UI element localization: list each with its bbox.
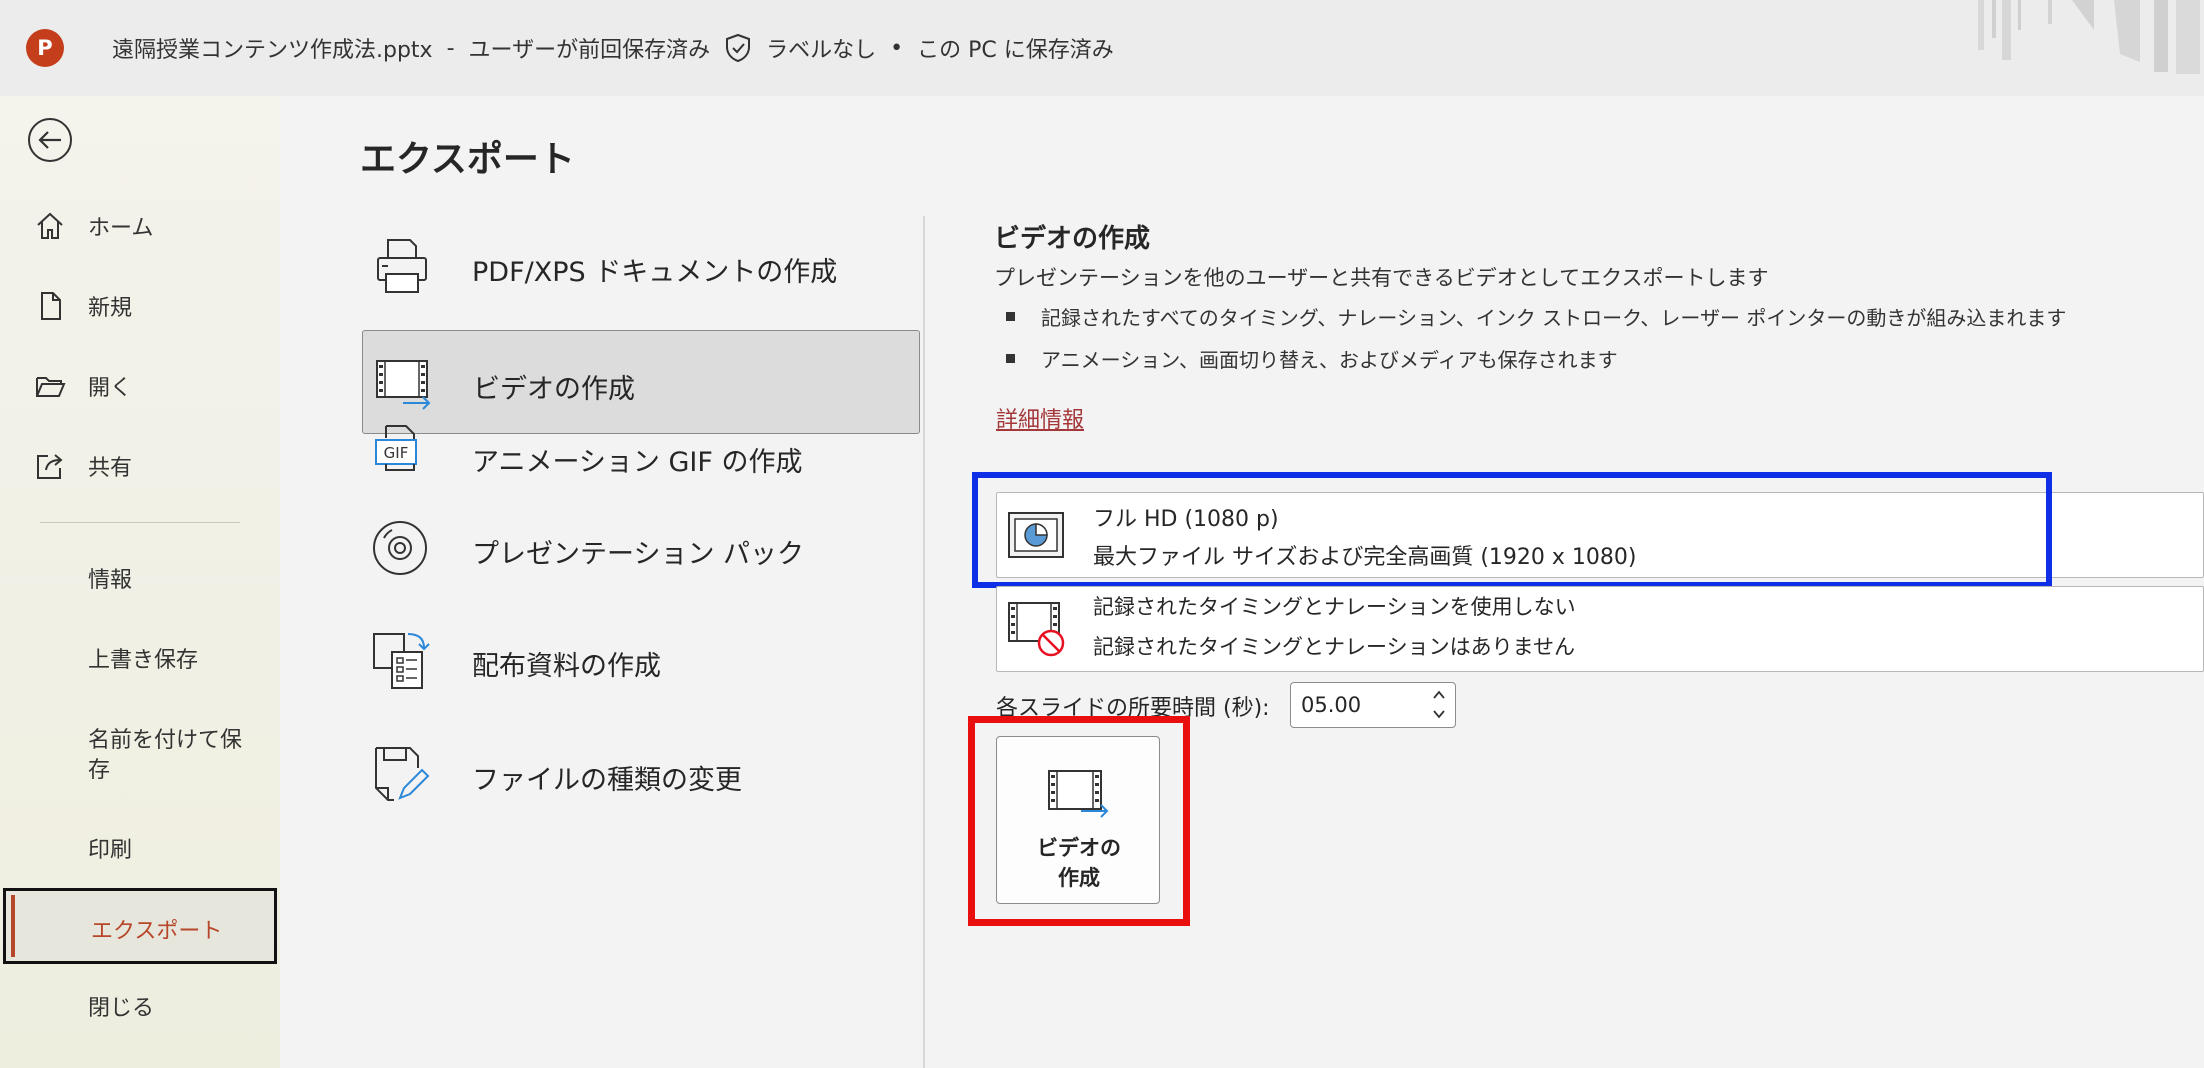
chevron-down-icon[interactable] [1431,705,1447,723]
title-bar: P 遠隔授業コンテンツ作成法.pptx - ユーザーが前回保存済み ラベルなし … [0,0,2204,96]
titlebar-decoration-icon [1978,0,2200,74]
nav-close[interactable]: 閉じる [0,990,280,1030]
nav-info[interactable]: 情報 [0,562,280,602]
nav-open[interactable]: 開く [0,358,280,414]
powerpoint-logo-icon: P [26,29,67,67]
save-status: ユーザーが前回保存済み [468,38,711,63]
create-video-button[interactable]: ビデオの 作成 [996,736,1160,904]
change-file-type-icon [375,747,430,801]
chevron-up-icon[interactable] [1431,686,1447,704]
option-create-gif[interactable]: GIF アニメーション GIF の作成 [362,376,920,480]
svg-text:GIF: GIF [384,444,409,462]
video-export-icon [1048,770,1109,818]
bullet-square-icon [1006,354,1015,363]
home-icon [37,212,63,239]
video-panel: ビデオの作成 プレゼンテーションを他のユーザーと共有できるビデオとしてエクスポー… [0,0,2204,1068]
nav-export[interactable]: エクスポート [3,888,277,964]
back-button[interactable] [28,118,72,162]
save-location: この PC に保存済み [917,38,1114,63]
video-quality-icon [1008,512,1064,558]
gif-icon: GIF [375,425,417,471]
title-bullet: • [890,35,904,61]
slide-duration-stepper[interactable] [1290,682,1456,728]
video-quality-dropdown[interactable]: フル HD (1080 p) 最大ファイル サイズおよび完全高画質 (1920 … [996,492,2204,578]
nav-home[interactable]: ホーム [0,198,280,254]
no-timing-icon [1008,602,1065,657]
folder-open-icon [36,377,66,397]
sensitivity-label: ラベルなし [766,38,877,63]
video-panel-description: プレゼンテーションを他のユーザーと共有できるビデオとしてエクスポートします [994,266,1769,290]
document-title[interactable]: 遠隔授業コンテンツ作成法.pptx - ユーザーが前回保存済み ラベルなし • … [112,30,1114,66]
nav-save[interactable]: 上書き保存 [0,642,280,682]
new-document-icon [41,292,61,320]
learn-more-link[interactable]: 詳細情報 [996,402,1084,434]
title-separator: - [446,35,455,61]
narration-timing-dropdown[interactable]: 記録されたタイミングとナレーションを使用しない 記録されたタイミングとナレーショ… [996,586,2204,672]
file-name: 遠隔授業コンテンツ作成法.pptx [112,38,433,63]
printer-pdf-icon [377,239,427,293]
slide-duration-input[interactable] [1301,691,1421,719]
option-change-file-type[interactable]: ファイルの種類の変更 [362,722,920,826]
sensitivity-shield-icon [724,33,752,63]
handouts-icon [373,633,430,689]
pane-separator [923,216,925,1068]
nav-new[interactable]: 新規 [0,278,280,334]
video-feature-bullet: 記録されたすべてのタイミング、ナレーション、インク ストローク、レーザー ポイン… [1006,302,2066,331]
backstage-nav: ホーム 新規 開く 共有 情報 上書き保存 名前を付けて保 存 印刷 エクスポー… [0,96,280,1068]
nav-divider [40,522,240,523]
arrow-left-icon [38,131,61,149]
share-icon [37,454,63,479]
nav-share[interactable]: 共有 [0,438,280,494]
option-package-presentation[interactable]: プレゼンテーション パック [362,496,920,600]
option-create-handouts[interactable]: 配布資料の作成 [362,608,920,712]
option-create-pdf-xps[interactable]: PDF/XPS ドキュメントの作成 [362,214,920,318]
export-pane: エクスポート PDF/XPS ドキュメントの作成 ビデオの作成 GIF アニメー… [280,96,2204,1068]
page-title: エクスポート [360,139,575,180]
video-feature-bullet: アニメーション、画面切り替え、およびメディアも保存されます [1006,344,1618,373]
nav-print[interactable]: 印刷 [0,832,280,872]
cd-icon [373,521,427,575]
nav-save-as[interactable]: 名前を付けて保 存 [0,722,280,792]
bullet-square-icon [1006,312,1015,321]
video-panel-title: ビデオの作成 [994,224,1151,254]
slide-duration-label: 各スライドの所要時間 (秒): [996,696,1270,721]
